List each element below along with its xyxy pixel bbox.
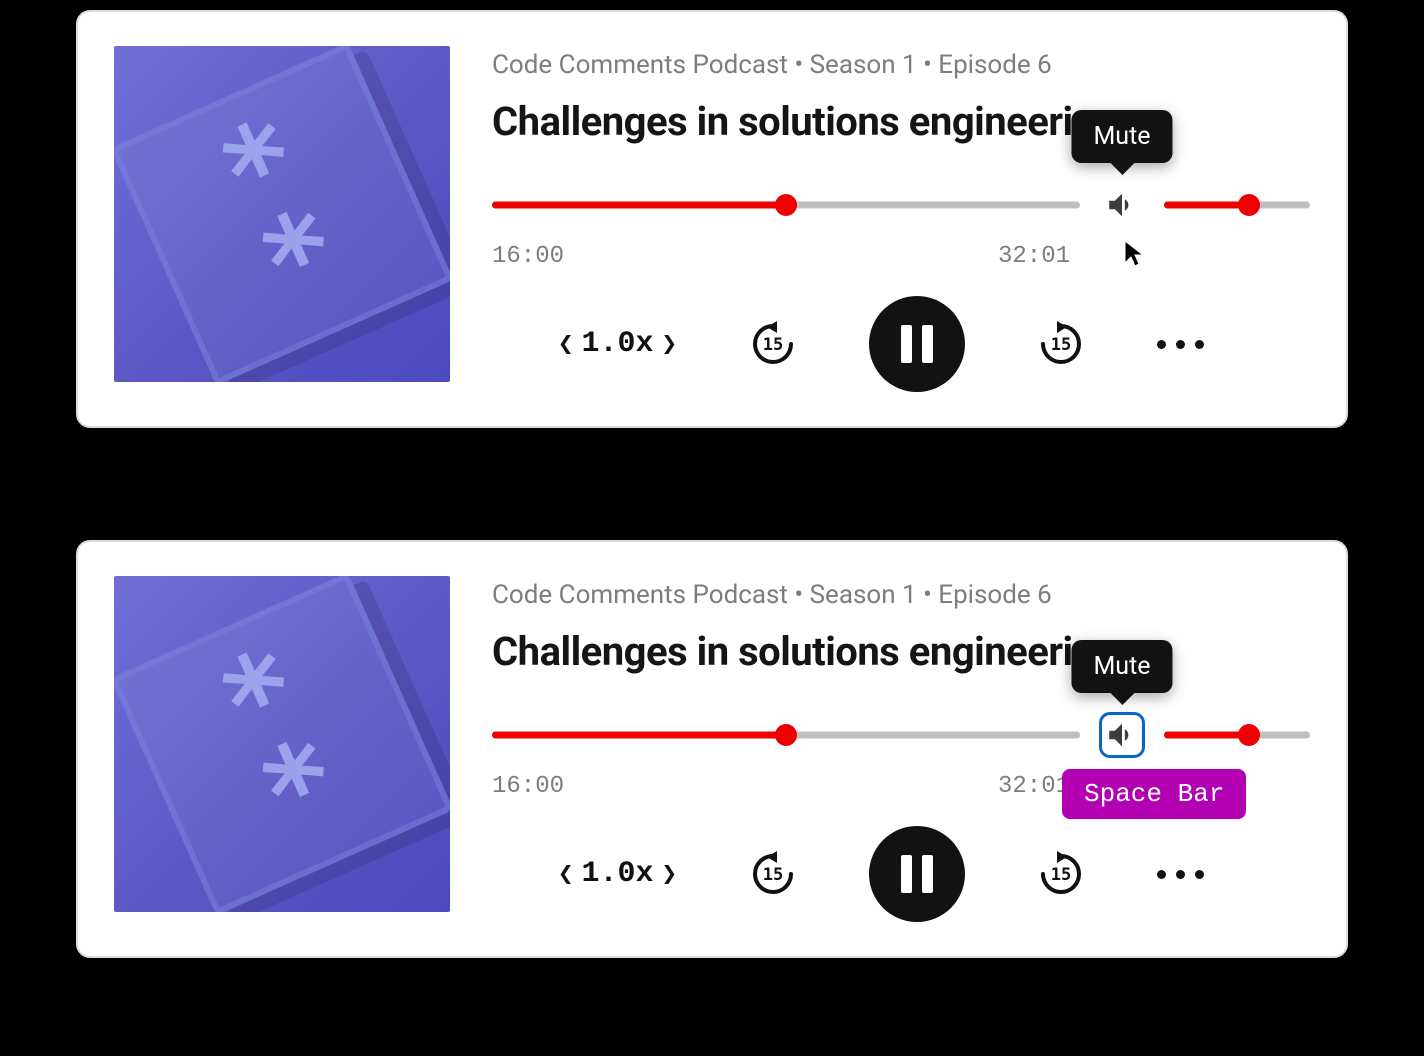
chevron-right-icon[interactable]: ❯ xyxy=(662,329,678,360)
episode-title: Challenges in solutions engineering xyxy=(492,98,1310,145)
podcast-artwork: ** xyxy=(114,46,450,382)
mute-tooltip: Mute xyxy=(1071,640,1172,693)
speed-value: 1.0x xyxy=(581,857,653,891)
chevron-right-icon[interactable]: ❯ xyxy=(662,859,678,890)
podcast-artwork: ** xyxy=(114,576,450,912)
svg-text:15: 15 xyxy=(763,865,783,885)
rewind-15-button[interactable]: 15 xyxy=(747,318,799,370)
mute-button[interactable] xyxy=(1102,715,1142,755)
forward-15-button[interactable]: 15 xyxy=(1035,848,1087,900)
svg-text:15: 15 xyxy=(1051,865,1071,885)
pause-icon xyxy=(901,855,933,893)
volume-slider[interactable] xyxy=(1164,728,1310,742)
volume-icon xyxy=(1105,718,1139,752)
elapsed-time: 16:00 xyxy=(492,773,564,800)
breadcrumb: Code Comments Podcast • Season 1 • Episo… xyxy=(492,580,1310,610)
pause-icon xyxy=(901,325,933,363)
speed-value: 1.0x xyxy=(581,327,653,361)
audio-player-card-focused: ** Code Comments Podcast • Season 1 • Ep… xyxy=(76,540,1348,958)
seek-slider[interactable] xyxy=(492,728,1080,742)
forward-15-button[interactable]: 15 xyxy=(1035,318,1087,370)
playback-speed-stepper[interactable]: ❮ 1.0x ❯ xyxy=(558,857,677,891)
seek-slider[interactable] xyxy=(492,198,1080,212)
more-options-button[interactable] xyxy=(1157,340,1204,349)
total-duration: 32:01 xyxy=(998,773,1070,800)
pause-button[interactable] xyxy=(869,296,965,392)
elapsed-time: 16:00 xyxy=(492,243,564,270)
mute-tooltip: Mute xyxy=(1071,110,1172,163)
svg-text:15: 15 xyxy=(1051,335,1071,355)
pause-button[interactable] xyxy=(869,826,965,922)
svg-text:15: 15 xyxy=(763,335,783,355)
mute-button[interactable] xyxy=(1102,185,1142,225)
more-options-button[interactable] xyxy=(1157,870,1204,879)
playback-speed-stepper[interactable]: ❮ 1.0x ❯ xyxy=(558,327,677,361)
volume-slider[interactable] xyxy=(1164,198,1310,212)
chevron-left-icon[interactable]: ❮ xyxy=(558,329,574,360)
chevron-left-icon[interactable]: ❮ xyxy=(558,859,574,890)
breadcrumb: Code Comments Podcast • Season 1 • Episo… xyxy=(492,50,1310,80)
audio-player-card: ** Code Comments Podcast • Season 1 • Ep… xyxy=(76,10,1348,428)
rewind-15-button[interactable]: 15 xyxy=(747,848,799,900)
volume-icon xyxy=(1105,188,1139,222)
keyboard-hint-badge: Space Bar xyxy=(1062,769,1246,819)
total-duration: 32:01 xyxy=(998,243,1070,270)
episode-title: Challenges in solutions engineering xyxy=(492,628,1310,675)
